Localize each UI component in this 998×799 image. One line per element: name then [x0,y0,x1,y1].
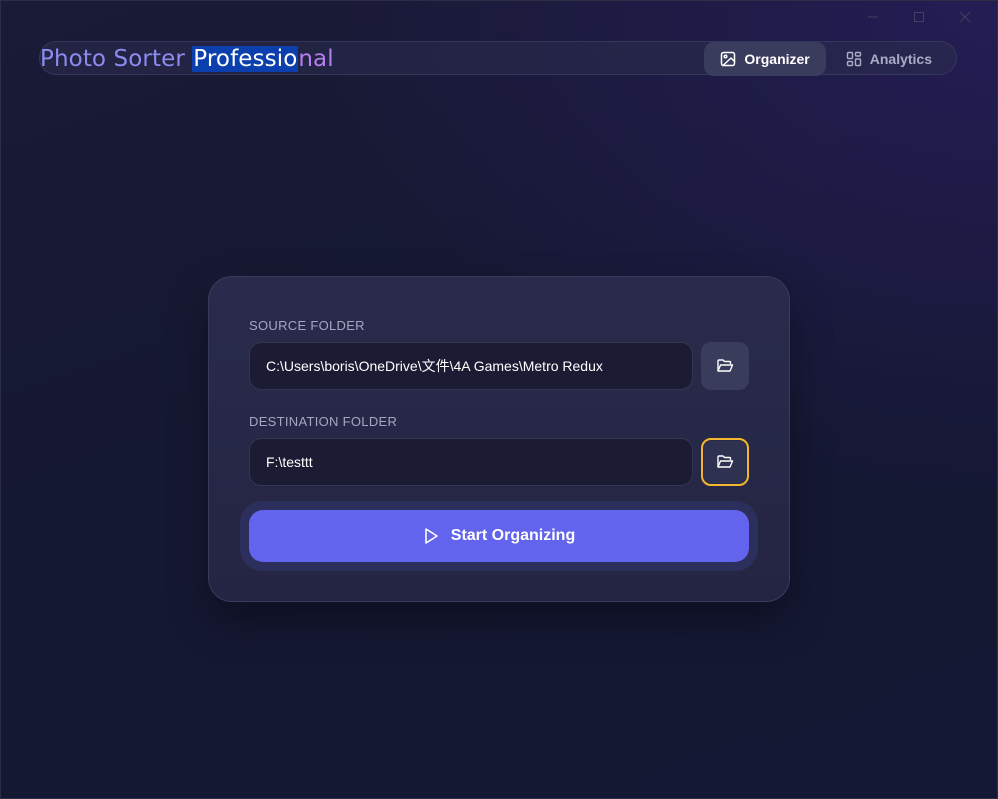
app-title-part: nal [298,46,334,72]
nav-tabs: Organizer Analytics [704,42,948,76]
app-title-selected-text: Professio [192,46,299,72]
organizer-card: SOURCE FOLDER C:\Users\boris\OneDrive\文件… [208,276,790,602]
close-button[interactable] [942,6,988,28]
close-icon [959,11,971,23]
maximize-icon [914,12,924,22]
start-organizing-label: Start Organizing [450,527,576,544]
tab-organizer-label: Organizer [744,51,810,67]
folder-open-icon [717,455,734,468]
minimize-button[interactable] [850,6,896,28]
tab-organizer[interactable]: Organizer [704,42,826,76]
tab-analytics-label: Analytics [869,51,932,67]
destination-folder-input[interactable]: F:\testtt [249,438,693,486]
destination-folder-label: DESTINATION FOLDER [249,414,398,429]
source-folder-label: SOURCE FOLDER [249,318,365,333]
folder-open-icon [717,359,734,372]
play-icon [424,528,438,544]
maximize-button[interactable] [896,6,942,28]
start-organizing-button[interactable]: Start Organizing [249,510,749,562]
tab-analytics[interactable]: Analytics [830,42,948,76]
app-header: Photo Sorter Professional Organizer Anal… [39,41,957,76]
source-folder-input[interactable]: C:\Users\boris\OneDrive\文件\4A Games\Metr… [249,342,693,390]
app-title: Photo Sorter Professional [40,42,334,76]
browse-source-button[interactable] [701,342,749,390]
image-icon [721,51,736,67]
browse-destination-button[interactable] [701,438,749,486]
app-title-part: Photo Sorter [40,46,193,72]
minimize-icon [868,16,878,18]
window-controls [850,6,988,28]
dashboard-icon [846,51,861,67]
